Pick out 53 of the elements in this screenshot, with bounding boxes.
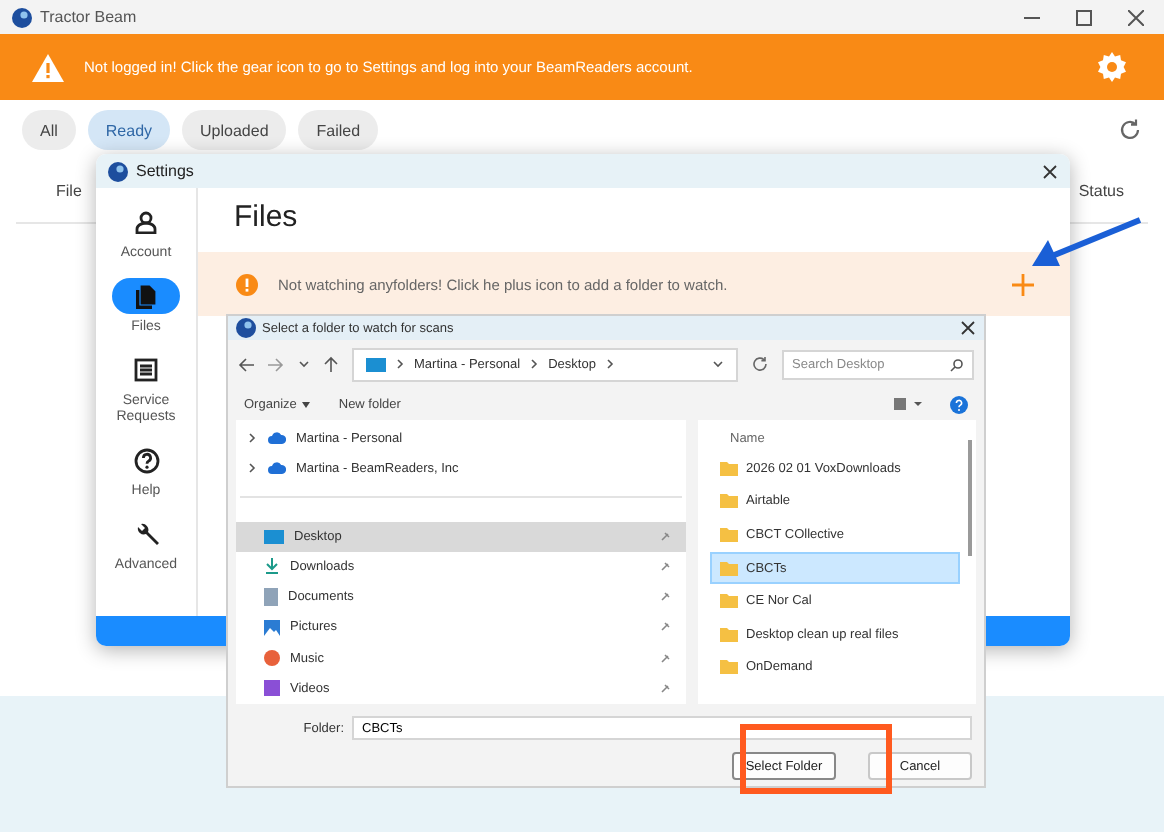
chevron-right-icon — [603, 358, 616, 370]
pin-icon — [660, 683, 670, 694]
search-icon[interactable] — [950, 357, 964, 371]
refresh-icon[interactable] — [752, 356, 768, 372]
close-icon[interactable] — [1042, 163, 1058, 179]
music-icon — [264, 650, 280, 667]
chevron-right-icon — [246, 462, 258, 475]
app-logo-icon — [236, 318, 256, 338]
filter-chip[interactable]: Ready — [87, 110, 171, 150]
scrollbar[interactable] — [968, 440, 972, 556]
wrench-icon — [133, 521, 159, 548]
app-logo-icon — [12, 7, 32, 27]
close-icon[interactable] — [1128, 9, 1144, 25]
person-icon — [134, 210, 158, 234]
chevron-right-icon — [528, 358, 541, 370]
video-icon — [264, 680, 280, 697]
page-heading: Files — [232, 198, 300, 238]
forward-icon[interactable] — [268, 357, 284, 371]
back-icon[interactable] — [238, 357, 254, 371]
filter-chip[interactable]: Uploaded — [182, 110, 287, 150]
chevron-right-icon — [246, 432, 258, 445]
desktop-icon — [366, 357, 386, 371]
pin-icon — [660, 561, 670, 572]
pin-icon — [660, 531, 670, 542]
up-icon[interactable] — [324, 356, 338, 372]
pictures-icon — [264, 619, 280, 636]
filter-chip[interactable]: All — [22, 110, 76, 150]
view-icon[interactable] — [894, 398, 922, 410]
window-title: Tractor Beam — [40, 8, 137, 26]
pin-icon — [660, 653, 670, 664]
list-icon — [134, 358, 158, 383]
chevron-right-icon — [394, 358, 406, 370]
refresh-icon[interactable] — [1118, 118, 1142, 142]
help-icon[interactable] — [950, 395, 968, 413]
chevron-down-icon — [712, 358, 724, 370]
desktop-icon — [264, 529, 284, 544]
caret-icon — [302, 401, 311, 407]
dialog-title: Settings — [136, 162, 194, 180]
maximize-icon[interactable] — [1076, 9, 1092, 25]
column-header: Status — [1078, 182, 1124, 200]
alert-icon — [236, 273, 258, 295]
app-logo-icon — [108, 161, 128, 181]
warning-icon — [32, 53, 64, 81]
pin-icon — [660, 592, 670, 603]
document-icon — [264, 588, 278, 607]
help-icon — [133, 447, 159, 474]
download-icon — [264, 558, 280, 575]
pin-icon — [660, 622, 670, 633]
chevron-down-icon — [298, 358, 310, 370]
filter-chip[interactable]: Failed — [298, 110, 379, 150]
close-icon[interactable] — [960, 320, 976, 336]
documents-icon — [134, 283, 158, 310]
column-header: File — [56, 182, 82, 200]
